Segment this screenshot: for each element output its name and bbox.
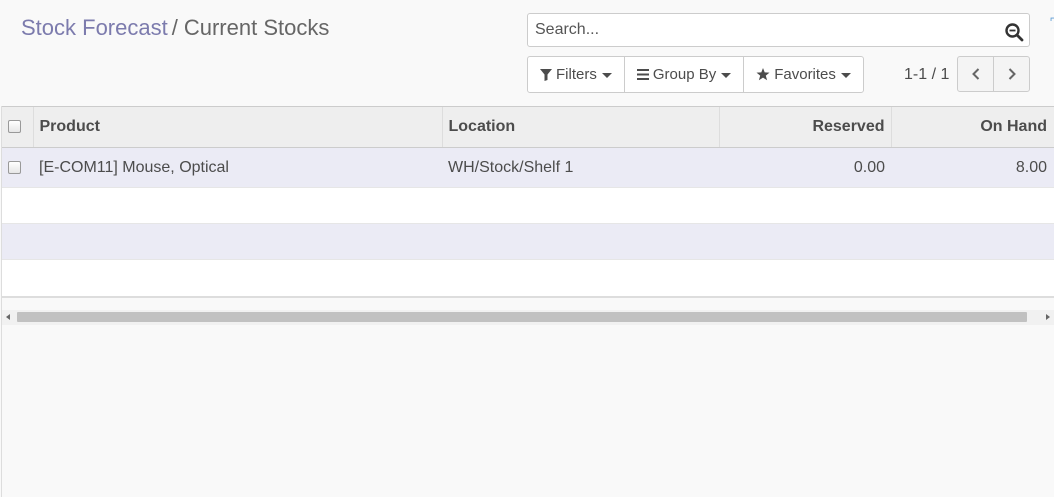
- pager-value[interactable]: 1-1 / 1: [904, 66, 949, 84]
- control-panel: Stock Forecast/Current Stocks ⌐ Filters …: [0, 0, 1054, 106]
- breadcrumb-parent-link[interactable]: Stock Forecast: [21, 15, 168, 40]
- scroll-left-icon[interactable]: [6, 314, 10, 320]
- column-header-on-hand[interactable]: On Hand: [890, 106, 1054, 148]
- column-header-reserved[interactable]: Reserved: [718, 106, 891, 148]
- column-header-location[interactable]: Location: [441, 106, 719, 148]
- column-header-product[interactable]: Product: [32, 106, 442, 148]
- star-icon: [756, 68, 770, 81]
- horizontal-scrollbar[interactable]: [2, 310, 1054, 325]
- select-all-checkbox[interactable]: [8, 120, 21, 134]
- table-header-row: Product Location Reserved On Hand: [2, 106, 1054, 148]
- search-input[interactable]: [535, 14, 995, 46]
- window-edge-mark: ⌐: [1050, 11, 1054, 25]
- breadcrumb-separator: /: [171, 15, 178, 40]
- caret-down-icon: [840, 73, 851, 78]
- select-all-cell: [2, 106, 33, 148]
- favorites-label: Favorites: [774, 66, 836, 83]
- bars-icon: [636, 69, 649, 80]
- scrollbar-thumb[interactable]: [17, 312, 1027, 322]
- search-box: [527, 13, 1030, 47]
- cell-on-hand: 8.00: [891, 147, 1054, 188]
- chevron-right-icon: [1008, 68, 1016, 80]
- caret-down-icon: [721, 73, 732, 78]
- favorites-button[interactable]: Favorites: [743, 56, 864, 93]
- pager-previous-button[interactable]: [957, 56, 994, 92]
- group-by-button[interactable]: Group By: [623, 56, 745, 93]
- list-view: Product Location Reserved On Hand [E-COM…: [1, 106, 1054, 497]
- table-row[interactable]: [E-COM11] Mouse, Optical WH/Stock/Shelf …: [2, 147, 1054, 188]
- scroll-right-icon[interactable]: [1046, 314, 1050, 320]
- group-by-label: Group By: [652, 66, 717, 83]
- row-select-cell: [2, 147, 33, 188]
- cell-location: WH/Stock/Shelf 1: [442, 147, 719, 188]
- search-icon[interactable]: [1004, 22, 1024, 42]
- filters-label: Filters: [556, 66, 597, 83]
- cell-product: [E-COM11] Mouse, Optical: [33, 147, 442, 188]
- chevron-left-icon: [971, 68, 979, 80]
- empty-row: [2, 223, 1054, 260]
- filter-icon: [540, 68, 552, 81]
- empty-row: [2, 187, 1054, 224]
- search-options: Filters Group By Favorites: [527, 56, 864, 93]
- filters-button[interactable]: Filters: [527, 56, 625, 93]
- cell-reserved: 0.00: [719, 147, 891, 188]
- stock-table: Product Location Reserved On Hand [E-COM…: [2, 106, 1054, 296]
- empty-row: [2, 259, 1054, 296]
- row-checkbox[interactable]: [8, 160, 21, 174]
- breadcrumb: Stock Forecast / Current Stocks: [21, 15, 329, 41]
- pager-next-button[interactable]: [993, 56, 1030, 92]
- caret-down-icon: [601, 73, 612, 78]
- breadcrumb-current: Current Stocks: [183, 15, 330, 40]
- pager-buttons: [957, 56, 1030, 92]
